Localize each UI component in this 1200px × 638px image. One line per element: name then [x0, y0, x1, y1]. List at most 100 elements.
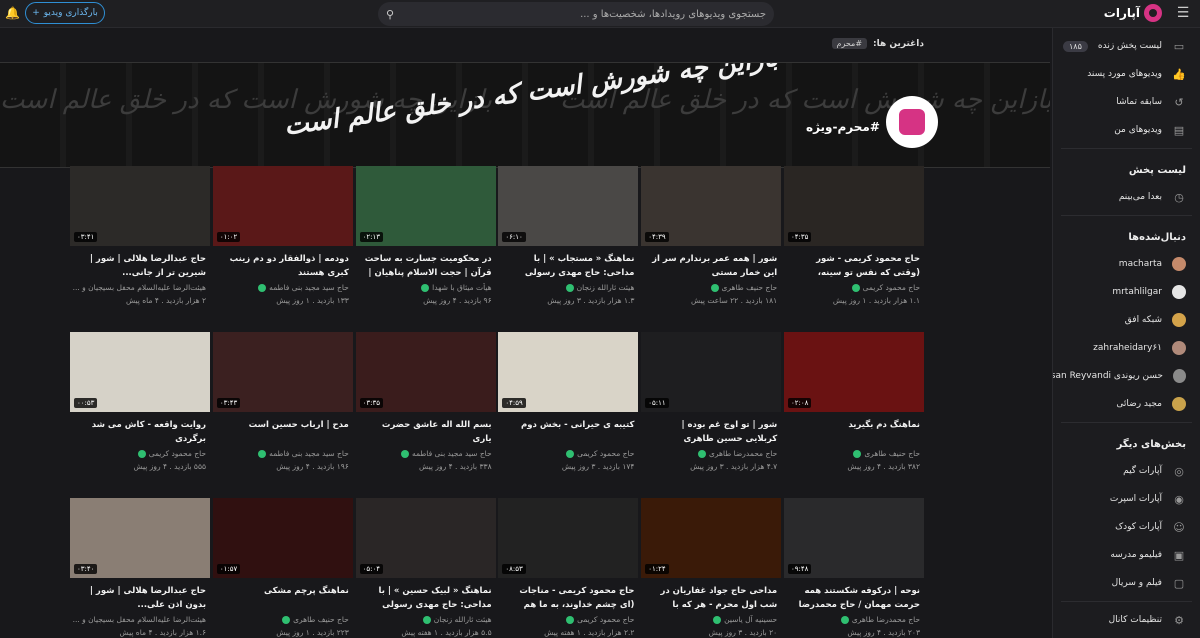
- sidebar-item-history[interactable]: ↺ سابقه تماشا: [1053, 88, 1200, 116]
- sidebar-item-liked[interactable]: 👍 ویدیوهای مورد پسند: [1053, 60, 1200, 88]
- video-title[interactable]: روایت واقعه - کاش می شد برگردی: [70, 418, 210, 446]
- video-card[interactable]: ۰۴:۵۹ کتیبه ی حیرانی - بخش دوم حاج محمود ک…: [498, 332, 639, 498]
- video-thumbnail[interactable]: ۰۳:۴۳: [212, 332, 353, 412]
- search-icon[interactable]: ⚲: [386, 8, 394, 21]
- video-thumbnail[interactable]: ۰۵:۰۴: [355, 498, 496, 578]
- channel-row[interactable]: حاج حنیف طاهری: [213, 615, 353, 624]
- following-item[interactable]: zahraheidary۶۱: [1053, 334, 1200, 362]
- channel-name[interactable]: #محرم-ویژه: [806, 120, 880, 134]
- sidebar-item-film[interactable]: ▢ فیلم و سریال: [1053, 569, 1200, 597]
- sidebar-item-settings[interactable]: ⚙ تنظیمات کانال: [1053, 606, 1200, 634]
- video-title[interactable]: نماهنگ پرچم مشکی: [213, 584, 353, 612]
- video-title[interactable]: در محکومیت جسارت به ساحت قرآن | حجت الاس…: [356, 252, 496, 280]
- channel-row[interactable]: حاج محمود کریمی: [70, 449, 210, 458]
- video-thumbnail[interactable]: ۰۴:۳۵: [784, 166, 924, 246]
- video-card[interactable]: ۰۳:۴۰ حاج عبدالرضا هلالی | شور | بدون اذن…: [70, 498, 211, 638]
- channel-row[interactable]: حاج سید مجید بنی فاطمه: [213, 283, 353, 292]
- video-card[interactable]: ۰۲:۱۳ در محکومیت جسارت به ساحت قرآن | حجت…: [355, 166, 496, 332]
- sidebar-item-kids[interactable]: ☺ آپارات کودک: [1053, 513, 1200, 541]
- video-card[interactable]: ۰۴:۳۹ شور | همه عمر برندارم سر از این خما…: [641, 166, 782, 332]
- sidebar-item-school[interactable]: ▣ فیلیمو مدرسه: [1053, 541, 1200, 569]
- video-thumbnail[interactable]: ۰۳:۳۵: [355, 332, 496, 412]
- video-thumbnail[interactable]: ۰۶:۱۰: [498, 166, 639, 246]
- upload-video-button[interactable]: بارگذاری ویدیو +: [25, 2, 105, 24]
- video-thumbnail[interactable]: ۰۸:۵۳: [498, 498, 639, 578]
- video-title[interactable]: حاج محمود کریمی - مناجات (ای چشم خداوند،…: [498, 584, 638, 612]
- video-thumbnail[interactable]: ۰۲:۱۳: [355, 166, 496, 246]
- video-thumbnail[interactable]: ۰۹:۴۸: [784, 498, 924, 578]
- video-title[interactable]: مدح | ارباب حسین است: [213, 418, 353, 446]
- video-card[interactable]: ۰۵:۰۴ نماهنگ « لبیک حسین » | با مداحی: حا…: [355, 498, 496, 638]
- video-card[interactable]: ۰۴:۳۵ حاج محمود کریمی - شور (وقتی که نفس …: [784, 166, 924, 332]
- search-box[interactable]: ⚲: [378, 2, 774, 26]
- video-title[interactable]: بسم الله اله عاشق حضرت یاری: [356, 418, 496, 446]
- video-thumbnail[interactable]: ۰۵:۱۱: [641, 332, 782, 412]
- channel-row[interactable]: حاج محمود کریمی: [498, 449, 638, 458]
- search-input[interactable]: [394, 8, 766, 20]
- video-title[interactable]: شور | همه عمر برندارم سر از این خمار مست…: [641, 252, 781, 280]
- logo[interactable]: آپارات: [1104, 4, 1162, 22]
- channel-row[interactable]: هیأت میثاق با شهدا: [356, 283, 496, 292]
- channel-row[interactable]: حاج محمدرضا طاهری: [641, 449, 781, 458]
- video-title[interactable]: نوحه | درکوفه شکستند همه حرمت مهمان / حا…: [784, 584, 924, 612]
- video-title[interactable]: نماهنگ « مستجاب » | با مداحی: حاج مهدی ر…: [498, 252, 638, 280]
- following-item[interactable]: حسن ریوندی Hasan Reyvandi: [1053, 362, 1200, 390]
- sidebar-item-sport[interactable]: ◉ آپارات اسپرت: [1053, 485, 1200, 513]
- sidebar-item-my-videos[interactable]: ▤ ویدیوهای من: [1053, 116, 1200, 144]
- sidebar-item-game[interactable]: ◎ آپارات گیم: [1053, 457, 1200, 485]
- channel-row[interactable]: حاج محمود کریمی: [784, 283, 924, 292]
- channel-row[interactable]: هیئت ثارالله زنجان: [498, 283, 638, 292]
- video-title[interactable]: حاج محمود کریمی - شور (وقتی که نفس تو سی…: [784, 252, 924, 280]
- following-item[interactable]: macharta: [1053, 250, 1200, 278]
- channel-row[interactable]: حاج سید مجید بنی فاطمه: [356, 449, 496, 458]
- video-title[interactable]: حاج عبدالرضا هلالی | شور | شیرین تر از ج…: [70, 252, 210, 280]
- video-title[interactable]: کتیبه ی حیرانی - بخش دوم: [498, 418, 638, 446]
- following-item[interactable]: مجید رضائی: [1053, 390, 1200, 418]
- video-thumbnail[interactable]: ۰۰:۵۳: [70, 332, 211, 412]
- video-title[interactable]: مداحی حاج جواد غفاریان در شب اول محرم - …: [641, 584, 781, 612]
- video-thumbnail[interactable]: ۰۱:۲۴: [641, 498, 782, 578]
- video-title[interactable]: حاج عبدالرضا هلالی | شور | بدون اذن علی.…: [70, 584, 210, 612]
- video-card[interactable]: ۰۲:۰۸ نماهنگ دم بگیرید حاج حنیف طاهری ۳۸۲ ب…: [784, 332, 924, 498]
- video-card[interactable]: ۰۱:۰۲ دودمه | ذوالفقار دو دم زینب کبری هس…: [212, 166, 353, 332]
- video-title[interactable]: دودمه | ذوالفقار دو دم زینب کبری هستند: [213, 252, 353, 280]
- following-item[interactable]: mrtahlilgar: [1053, 278, 1200, 306]
- video-card[interactable]: ۰۹:۴۸ نوحه | درکوفه شکستند همه حرمت مهمان…: [784, 498, 924, 638]
- video-card[interactable]: ۰۳:۴۳ مدح | ارباب حسین است حاج سید مجید بن…: [212, 332, 353, 498]
- channel-row[interactable]: حسینیه آل یاسین: [641, 615, 781, 624]
- video-card[interactable]: ۰۳:۳۵ بسم الله اله عاشق حضرت یاری حاج سید …: [355, 332, 496, 498]
- video-title[interactable]: نماهنگ « لبیک حسین » | با مداحی: حاج مهد…: [356, 584, 496, 612]
- channel-row[interactable]: حاج حنیف طاهری: [641, 283, 781, 292]
- channel-row[interactable]: حاج محمود کریمی: [498, 615, 638, 624]
- video-thumbnail[interactable]: ۰۴:۳۹: [641, 166, 782, 246]
- channel-row[interactable]: حاج محمدرضا طاهری: [784, 615, 924, 624]
- video-thumbnail[interactable]: ۰۳:۴۰: [70, 498, 211, 578]
- trending-tag[interactable]: #محرم: [831, 38, 868, 49]
- channel-row[interactable]: هیئت‌الرضا علیه‌السلام محفل بسیجیان و ..…: [70, 615, 210, 624]
- video-card[interactable]: ۰۱:۲۴ مداحی حاج جواد غفاریان در شب اول مح…: [641, 498, 782, 638]
- video-card[interactable]: ۰۰:۵۳ روایت واقعه - کاش می شد برگردی حاج م…: [70, 332, 211, 498]
- channel-row[interactable]: هیئت‌الرضا علیه‌السلام محفل بسیجیان و ..…: [70, 283, 210, 292]
- video-card[interactable]: ۰۶:۱۰ نماهنگ « مستجاب » | با مداحی: حاج م…: [498, 166, 639, 332]
- channel-row[interactable]: حاج حنیف طاهری: [784, 449, 924, 458]
- video-title[interactable]: نماهنگ دم بگیرید: [784, 418, 924, 446]
- sidebar-item-live[interactable]: ▭ لیست پخش زنده ۱۸۵: [1053, 32, 1200, 60]
- channel-name: هیئت ثارالله زنجان: [433, 615, 492, 624]
- channel-row[interactable]: حاج سید مجید بنی فاطمه: [213, 449, 353, 458]
- video-thumbnail[interactable]: ۰۱:۵۷: [212, 498, 353, 578]
- video-thumbnail[interactable]: ۰۱:۰۲: [212, 166, 353, 246]
- video-title[interactable]: شور | تو اوج غم بوده | کربلایی حسین طاهر…: [641, 418, 781, 446]
- following-item[interactable]: شبکه افق: [1053, 306, 1200, 334]
- video-card[interactable]: ۰۳:۴۱ حاج عبدالرضا هلالی | شور | شیرین تر…: [70, 166, 211, 332]
- channel-avatar[interactable]: [886, 96, 938, 148]
- bell-icon[interactable]: 🔔: [5, 6, 20, 20]
- video-thumbnail[interactable]: ۰۴:۵۹: [498, 332, 639, 412]
- sidebar-item-watch-later[interactable]: ◷ بعدا می‌بینم: [1053, 183, 1200, 211]
- video-card[interactable]: ۰۵:۱۱ شور | تو اوج غم بوده | کربلایی حسین…: [641, 332, 782, 498]
- hamburger-menu-icon[interactable]: ☰: [1176, 6, 1190, 20]
- video-thumbnail[interactable]: ۰۳:۴۱: [70, 166, 211, 246]
- channel-row[interactable]: هیئت ثارالله زنجان: [356, 615, 496, 624]
- video-card[interactable]: ۰۱:۵۷ نماهنگ پرچم مشکی حاج حنیف طاهری ۲۲۳ ب…: [212, 498, 353, 638]
- video-thumbnail[interactable]: ۰۲:۰۸: [784, 332, 924, 412]
- video-card[interactable]: ۰۸:۵۳ حاج محمود کریمی - مناجات (ای چشم خد…: [498, 498, 639, 638]
